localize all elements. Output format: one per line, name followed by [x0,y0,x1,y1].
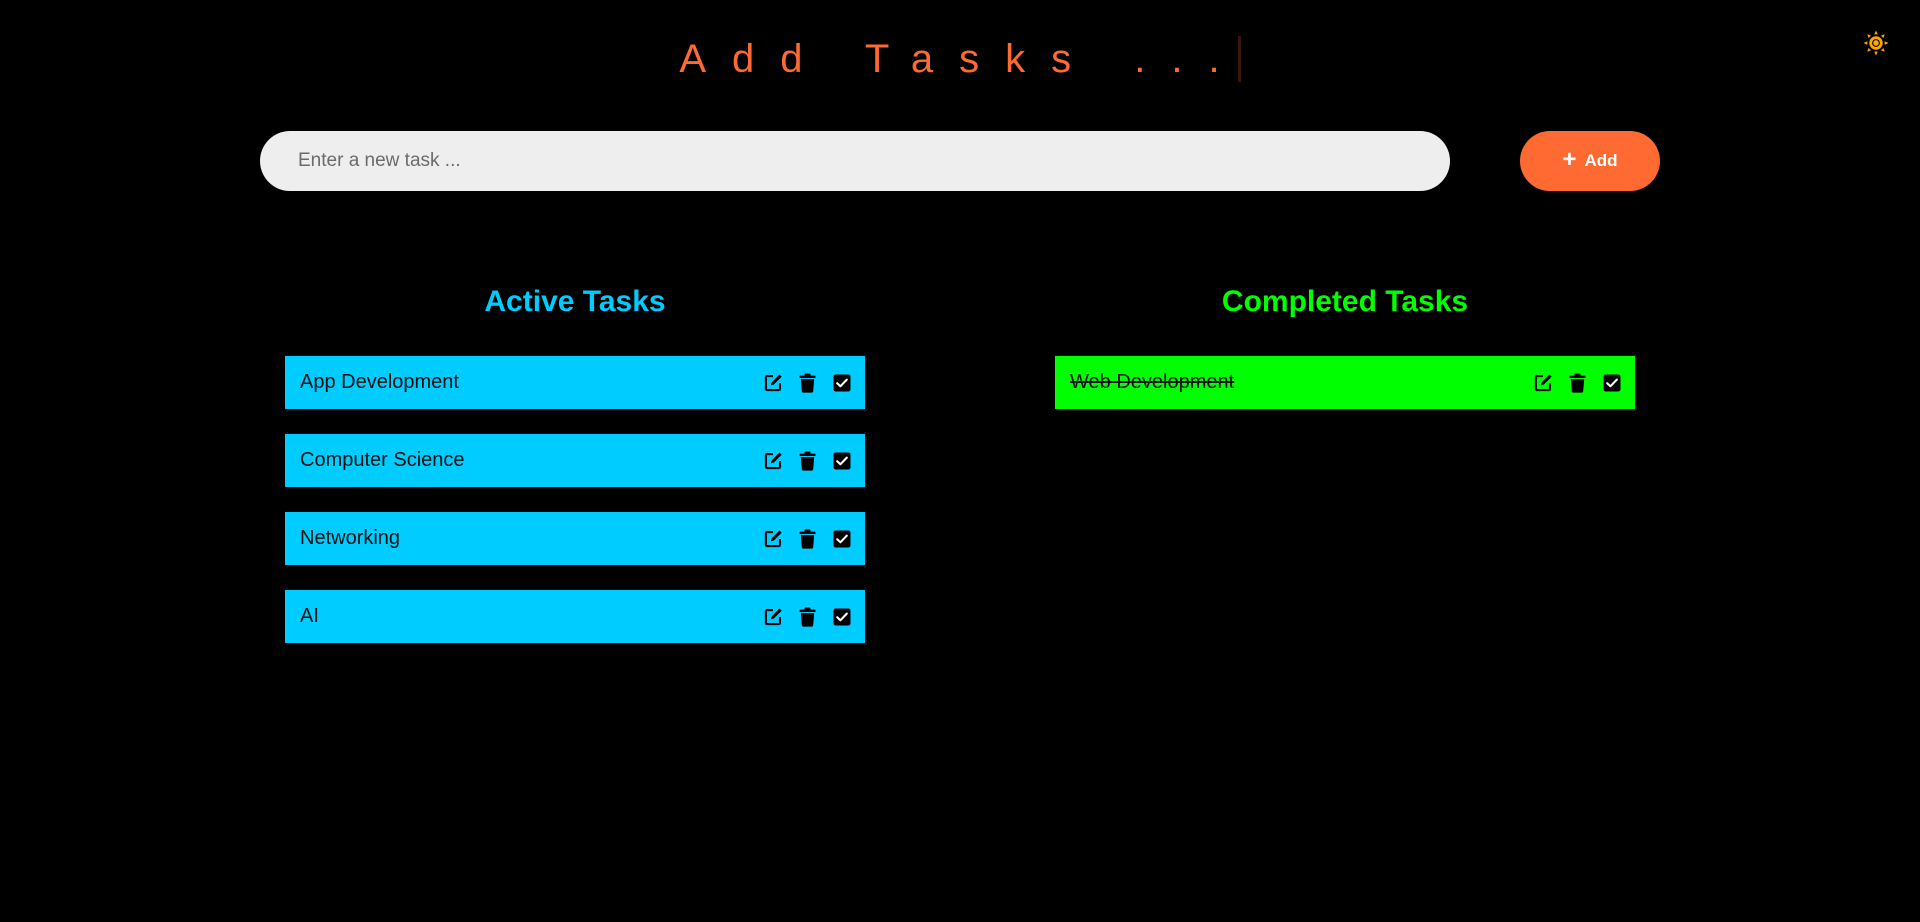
page-title: Add Tasks ... [679,37,1246,81]
task-label: Networking [300,527,401,549]
complete-button[interactable] [1602,373,1621,393]
task-label: Web Development [1070,371,1235,393]
task-item: Networking [285,512,865,565]
check-square-icon [1603,374,1621,392]
task-label: App Development [300,371,459,393]
complete-button[interactable] [832,607,851,627]
plus-icon: + [1562,146,1577,173]
edit-icon [1534,373,1553,392]
active-task-list: App Development Computer Science Network… [285,356,865,643]
completed-tasks-heading: Completed Tasks [1221,285,1469,318]
header: Add Tasks ... [0,30,1920,88]
task-item: Web Development [1055,356,1635,409]
task-label: Computer Science [300,449,465,471]
task-item: App Development [285,356,865,409]
task-label: AI [300,605,319,627]
trash-icon [799,607,816,627]
active-tasks-heading: Active Tasks [484,285,666,318]
trash-icon [799,451,816,471]
completed-task-list: Web Development [1055,356,1635,409]
check-square-icon [833,374,851,392]
add-task-button[interactable]: + Add [1520,131,1660,191]
delete-button[interactable] [1568,373,1587,393]
new-task-input[interactable] [260,131,1450,191]
edit-button[interactable] [764,373,783,393]
delete-button[interactable] [798,607,817,627]
check-square-icon [833,452,851,470]
task-actions [764,451,851,471]
trash-icon [799,529,816,549]
edit-button[interactable] [764,529,783,549]
delete-button[interactable] [798,373,817,393]
trash-icon [1569,373,1586,393]
edit-button[interactable] [764,607,783,627]
edit-icon [764,373,783,392]
edit-button[interactable] [764,451,783,471]
edit-icon [764,451,783,470]
delete-button[interactable] [798,529,817,549]
add-button-label: Add [1584,151,1618,170]
complete-button[interactable] [832,529,851,549]
trash-icon [799,373,816,393]
task-actions [764,373,851,393]
edit-button[interactable] [1534,373,1553,393]
task-item: AI [285,590,865,643]
complete-button[interactable] [832,451,851,471]
typing-caret [1237,36,1241,82]
active-tasks-section: Active Tasks App Development Computer Sc… [285,282,865,668]
delete-button[interactable] [798,451,817,471]
complete-button[interactable] [832,373,851,393]
task-actions [764,607,851,627]
check-square-icon [833,608,851,626]
task-actions [764,529,851,549]
task-actions [1534,373,1621,393]
completed-tasks-section: Completed Tasks Web Development [1055,282,1635,434]
edit-icon [764,607,783,626]
check-square-icon [833,530,851,548]
edit-icon [764,529,783,548]
task-item: Computer Science [285,434,865,487]
